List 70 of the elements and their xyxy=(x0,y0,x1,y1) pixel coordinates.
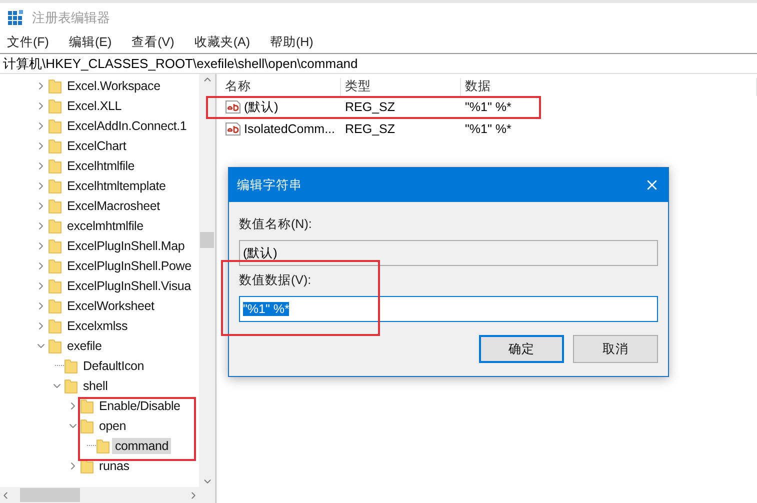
folder-icon xyxy=(96,438,110,454)
folder-icon xyxy=(48,78,62,94)
folder-icon xyxy=(64,358,78,374)
tree-item[interactable]: Excelhtmltemplate xyxy=(64,178,169,194)
value-name: (默认) xyxy=(244,98,278,116)
value-type: REG_SZ xyxy=(344,100,396,114)
tree-item[interactable]: excelmhtmlfile xyxy=(64,218,146,234)
field-label: 数值名称(N): xyxy=(239,216,313,233)
tree-item[interactable]: Excelhtmlfile xyxy=(64,158,138,174)
tree-item[interactable]: Enable/Disable xyxy=(96,398,184,414)
column-header[interactable]: 类型 xyxy=(341,78,461,96)
tree-item[interactable]: ExcelAddIn.Connect.1 xyxy=(64,118,190,134)
folder-icon xyxy=(48,138,62,154)
field-label: 数值数据(V): xyxy=(239,272,312,289)
tree-item[interactable]: Excel.Workspace xyxy=(64,78,164,94)
folder-icon xyxy=(48,318,62,334)
folder-icon xyxy=(48,338,62,354)
tree-item[interactable]: Excel.XLL xyxy=(64,98,124,114)
tree-item[interactable]: ExcelPlugInShell.Powe xyxy=(64,258,194,274)
horizontal-scrollbar[interactable] xyxy=(0,487,215,503)
folder-icon xyxy=(48,118,62,134)
string-value-icon xyxy=(225,100,241,114)
folder-icon xyxy=(80,458,94,474)
value-name: IsolatedComm... xyxy=(244,122,336,136)
tree-item[interactable]: open xyxy=(96,418,130,434)
value-data: "%1" %* xyxy=(464,122,512,136)
tree-item[interactable]: ExcelChart xyxy=(64,138,130,154)
folder-icon xyxy=(64,378,78,394)
folder-icon xyxy=(48,298,62,314)
address-field[interactable]: 计算机\HKEY_CLASSES_ROOT\exefile\shell\open\command xyxy=(0,53,757,74)
ok-button[interactable]: 确定 xyxy=(479,335,564,363)
folder-icon xyxy=(48,278,62,294)
menu-item[interactable]: 查看(V) xyxy=(132,34,174,51)
tree-item[interactable]: Excelxmlss xyxy=(64,318,131,334)
menu-item[interactable]: 收藏夹(A) xyxy=(194,34,250,51)
tree-item[interactable]: exefile xyxy=(64,338,105,354)
tree-item[interactable]: shell xyxy=(80,378,111,394)
menu-item[interactable]: 编辑(E) xyxy=(68,34,112,51)
value-name-field[interactable]: (默认) xyxy=(239,240,658,266)
window-title: 注册表编辑器 xyxy=(32,8,110,26)
dialog-title: 编辑字符串 xyxy=(237,176,302,194)
folder-icon xyxy=(48,98,62,114)
folder-icon xyxy=(48,218,62,234)
tree-item[interactable]: runas xyxy=(96,458,132,474)
column-header[interactable]: 数据 xyxy=(461,78,757,96)
tree-item[interactable]: ExcelMacrosheet xyxy=(64,198,163,214)
vertical-scrollbar[interactable] xyxy=(199,74,215,487)
folder-icon xyxy=(48,238,62,254)
value-data-field[interactable]: "%1" %* xyxy=(239,296,658,322)
menu-item[interactable]: 帮助(H) xyxy=(270,34,314,51)
tree-item[interactable]: DefaultIcon xyxy=(80,358,148,374)
folder-icon xyxy=(48,198,62,214)
tree-item[interactable]: ExcelPlugInShell.Map xyxy=(64,238,188,254)
value-type: REG_SZ xyxy=(344,122,396,136)
folder-icon xyxy=(48,158,62,174)
folder-icon xyxy=(48,258,62,274)
folder-icon xyxy=(48,178,62,194)
folder-icon xyxy=(80,398,94,414)
scrollbar-thumb[interactable] xyxy=(200,232,214,248)
tree-item[interactable]: command xyxy=(112,438,172,454)
menu-item[interactable]: 文件(F) xyxy=(7,34,49,51)
string-value-icon xyxy=(225,122,241,136)
value-data: "%1" %* xyxy=(464,100,512,114)
folder-icon xyxy=(80,418,94,434)
cancel-button[interactable]: 取消 xyxy=(573,335,658,363)
scrollbar-thumb[interactable] xyxy=(20,488,80,502)
tree-item[interactable]: ExcelWorksheet xyxy=(64,298,158,314)
column-header[interactable]: 名称 xyxy=(221,78,341,96)
registry-icon xyxy=(8,10,24,26)
tree-item[interactable]: ExcelPlugInShell.Visua xyxy=(64,278,194,294)
